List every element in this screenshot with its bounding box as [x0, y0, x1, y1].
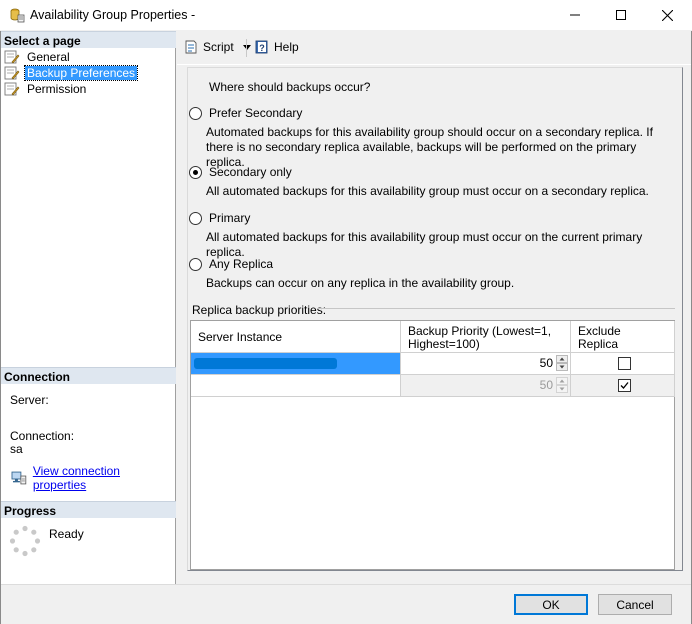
sidebar: Select a page General Backup Preferences… [1, 31, 176, 584]
cancel-button[interactable]: Cancel [598, 594, 672, 615]
script-label: Script [203, 40, 234, 54]
page-item-label: Permission [27, 82, 87, 96]
option-label: Prefer Secondary [209, 106, 303, 120]
script-icon [185, 40, 197, 54]
secondary-only-radio[interactable] [189, 165, 202, 179]
database-icon [10, 8, 25, 23]
column-header-backup-priority[interactable]: Backup Priority (Lowest=1, Highest=100) [401, 321, 571, 353]
column-header-server-instance[interactable]: Server Instance [191, 321, 401, 353]
prefer-secondary-description: Automated backups for this availability … [206, 125, 653, 169]
spinner-arrows-icon[interactable] [556, 355, 568, 371]
close-icon [661, 9, 673, 21]
close-button[interactable] [644, 0, 690, 30]
secondary-only-description: All automated backups for this availabil… [206, 184, 649, 198]
redacted-server-name [194, 358, 337, 369]
server-instance-cell[interactable] [191, 353, 401, 375]
section-divider [317, 308, 675, 309]
dialog-footer: OK Cancel [1, 584, 691, 624]
page-item-label: Backup Preferences [23, 65, 139, 81]
minimize-icon [570, 14, 580, 16]
priority-value: 50 [539, 378, 553, 392]
minimize-button[interactable] [552, 0, 598, 30]
replica-priorities-label: Replica backup priorities: [192, 303, 327, 317]
any-replica-description: Backups can occur on any replica in the … [206, 276, 515, 290]
prefer-secondary-radio[interactable] [189, 106, 202, 120]
connection-header: Connection [1, 367, 176, 384]
page-wrench-icon [4, 50, 20, 64]
select-page-header: Select a page [1, 31, 176, 48]
any-replica-option[interactable]: Any Replica [189, 257, 273, 271]
page-item-general[interactable]: General [4, 49, 72, 65]
option-label: Secondary only [209, 165, 292, 179]
toolbar: Script ? Help [177, 31, 691, 65]
connection-label: Connection: [10, 429, 75, 443]
priority-value: 50 [539, 356, 553, 370]
progress-spinner-icon [9, 525, 41, 557]
help-book-icon: ? [255, 40, 268, 54]
option-label: Any Replica [209, 257, 274, 271]
exclude-replica-checkbox[interactable] [618, 379, 631, 392]
script-button[interactable]: Script [183, 39, 251, 55]
progress-header: Progress [1, 501, 176, 518]
spinner-arrows-icon[interactable] [556, 377, 568, 393]
secondary-only-option[interactable]: Secondary only [189, 165, 292, 179]
replica-priorities-grid[interactable]: Server Instance Backup Priority (Lowest=… [190, 320, 675, 570]
help-label: Help [274, 40, 299, 54]
priority-spinner[interactable]: 50 [401, 375, 571, 397]
column-header-exclude-replica[interactable]: Exclude Replica [571, 321, 675, 353]
connection-link-text: View connection properties [32, 464, 120, 492]
exclude-replica-cell[interactable] [571, 375, 675, 397]
backup-location-question: Where should backups occur? [209, 80, 371, 94]
server-instance-cell[interactable] [191, 375, 401, 397]
connection-properties-icon [11, 471, 27, 485]
any-replica-radio[interactable] [189, 257, 202, 271]
page-item-permission[interactable]: Permission [4, 81, 88, 97]
title-bar: Availability Group Properties - [0, 0, 692, 31]
toolbar-separator [246, 39, 247, 57]
page-item-label: General [27, 50, 70, 64]
progress-status: Ready [49, 527, 84, 541]
option-label: Primary [209, 211, 251, 225]
maximize-button[interactable] [598, 0, 644, 30]
content-area: Script ? Help Where should backups occur… [177, 31, 691, 584]
page-item-backup-preferences[interactable]: Backup Preferences [4, 65, 139, 81]
view-connection-properties-link[interactable]: View connection properties [11, 464, 175, 492]
exclude-replica-cell[interactable] [571, 353, 675, 375]
maximize-icon [616, 10, 626, 20]
server-label: Server: [10, 393, 49, 407]
prefer-secondary-option[interactable]: Prefer Secondary [189, 106, 302, 120]
primary-radio[interactable] [189, 211, 202, 225]
exclude-replica-checkbox[interactable] [618, 357, 631, 370]
priority-spinner[interactable]: 50 [401, 353, 571, 375]
connection-value: sa [10, 442, 23, 456]
checkmark-icon [620, 382, 629, 389]
ok-button[interactable]: OK [514, 594, 588, 615]
help-button[interactable]: ? Help [254, 39, 299, 55]
window-title: Availability Group Properties - [30, 8, 196, 22]
primary-description: All automated backups for this availabil… [206, 230, 643, 259]
primary-option[interactable]: Primary [189, 211, 250, 225]
page-wrench-icon [4, 82, 20, 96]
svg-text:?: ? [259, 43, 265, 53]
page-wrench-icon [4, 66, 20, 80]
